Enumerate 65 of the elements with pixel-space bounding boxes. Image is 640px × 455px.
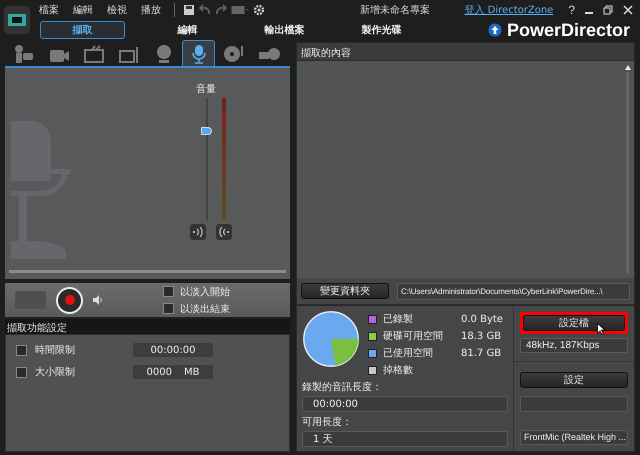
folder-path-field[interactable]: C:\Users\Administrator\Documents\CyberLink\PowerDire...\ [397,282,630,300]
scroll-up-icon[interactable] [624,65,630,70]
field-label: 可用長度： [302,416,353,429]
legend-label: 掉格數 [383,364,414,377]
limit-label: 大小限制 [35,366,76,379]
camcorder-icon [12,44,34,64]
menu-item[interactable]: 播放 [136,3,166,17]
section-header: 擷取功能設定 [5,319,290,334]
settings-icon[interactable] [253,4,265,16]
legend-value: 81.7 GB [461,348,502,358]
checkbox-label: 以淡入開始 [180,286,230,298]
profile-button[interactable]: 設定檔 [523,315,625,331]
menu-item[interactable]: 編輯 [68,3,98,17]
music-disc-icon [222,44,244,64]
volume-slider-thumb[interactable] [201,126,212,135]
checkbox[interactable] [163,286,174,297]
field-label: 錄製的音訊長度： [302,380,383,394]
mode-tab[interactable]: 製作光碟 [339,21,424,39]
restore-icon [603,5,613,15]
menu-item[interactable]: 檢視 [102,3,132,17]
mode-tab[interactable]: 擷取 [40,21,125,39]
volume-label: 音量 [195,82,217,96]
profile-field: 48kHz, 187Kbps [520,338,628,354]
checkbox[interactable] [16,344,27,356]
legend-value: 0.0 Byte [461,314,503,324]
sound-waves-icon [218,227,230,237]
audio-device-field: FrontMic (Realtek High ... [520,430,628,446]
menu-item[interactable]: 檔案 [34,3,64,17]
mode-tab[interactable]: 編輯 [145,21,230,39]
preview-thumbnail [15,291,46,309]
brand-name: PowerDirector [506,20,630,40]
change-folder-button[interactable]: 變更資料夾 [301,283,389,299]
legend-label: 硬碟可用空間 [383,330,444,343]
device-tab[interactable] [182,40,215,66]
speaker-button[interactable] [190,224,206,240]
legend-label: 已錄製 [383,312,414,326]
undo-icon[interactable] [199,4,211,16]
microphone-level-button[interactable] [216,224,232,240]
checkbox[interactable] [16,366,27,378]
record-button[interactable] [56,286,83,314]
minimize-icon [585,12,593,14]
window-title: 新增未命名專案 [358,4,431,17]
checkbox[interactable] [163,303,174,314]
speaker-icon[interactable] [93,295,103,305]
recorded-length-field: 00:00:00 [302,396,508,412]
tv-icon [82,44,104,64]
mode-tab[interactable]: 輸出檔案 [242,21,327,39]
limit-label: 時間限制 [35,344,76,357]
close-icon [623,5,633,15]
help-button[interactable]: ? [565,4,578,16]
login-link[interactable]: 登入 DirectorZone [464,3,554,17]
pie-chart-drawing [302,310,360,368]
available-length-field: 1 天 [302,431,508,447]
legend-value: 18.3 GB [461,330,502,342]
settings-button[interactable]: 設定 [520,372,628,388]
limit-field[interactable]: 0000 MB [133,365,213,379]
limit-field[interactable]: 00:00:00 [133,343,213,357]
legend-label: 已使用空間 [383,346,434,360]
redo-icon[interactable] [215,4,227,16]
cursor-icon [597,323,606,335]
sound-waves-icon [192,227,204,237]
checkbox-label: 以淡出結束 [180,302,230,316]
scrollbar[interactable] [625,65,630,274]
save-icon[interactable] [183,4,195,16]
app-logo-icon[interactable] [3,5,31,35]
